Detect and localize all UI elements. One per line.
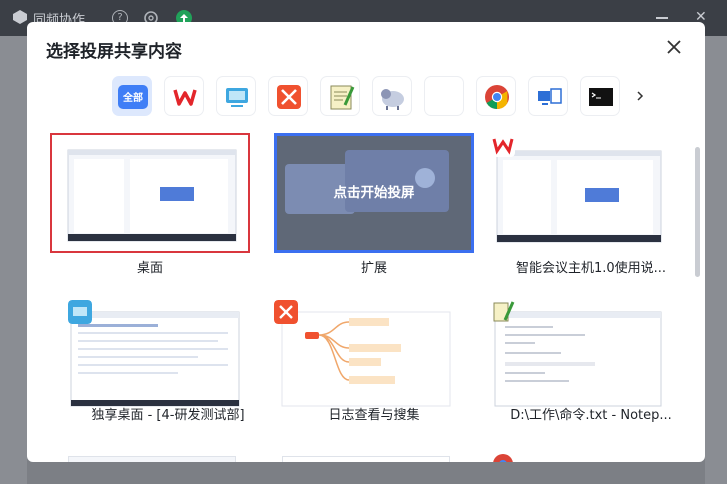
scrollbar[interactable] <box>695 147 700 277</box>
start-projection-hint: 点击开始投屏 <box>333 185 415 201</box>
share-card-label: D:\工作\命令.txt - Notep... <box>510 408 672 423</box>
filter-all-button[interactable]: 全部 <box>112 76 152 116</box>
close-icon[interactable] <box>663 36 685 58</box>
notepad-plus-icon[interactable] <box>320 76 360 116</box>
share-thumbnail <box>491 300 691 420</box>
share-card-label: 独享桌面 - [4-研发测试部] <box>91 408 245 423</box>
minimize-icon[interactable] <box>656 17 668 19</box>
share-card-partial[interactable] <box>68 456 236 462</box>
share-thumbnail <box>68 300 268 420</box>
wps-badge-icon <box>491 133 515 157</box>
monitor-app-icon[interactable] <box>528 76 568 116</box>
blank-app-icon[interactable] <box>424 76 464 116</box>
wps-icon[interactable] <box>164 76 204 116</box>
remote-desktop-icon[interactable] <box>216 76 256 116</box>
remote-desktop-badge-icon <box>68 300 92 324</box>
background-panel-left <box>0 36 27 484</box>
chrome-icon[interactable] <box>476 76 516 116</box>
chrome-badge-icon <box>493 454 513 462</box>
share-grid: 桌面 点击开始投屏 扩展 智能会议主机1.0使用说... 独享桌面 - [4-研… <box>27 130 705 462</box>
share-card-label: 智能会议主机1.0使用说... <box>515 261 667 276</box>
app-logo-icon <box>13 10 27 24</box>
terminal-icon[interactable] <box>580 76 620 116</box>
filter-all-label: 全部 <box>123 93 143 104</box>
notepad-badge-icon <box>493 301 515 322</box>
chevron-right-icon[interactable] <box>633 88 647 104</box>
background-panel-right <box>705 36 727 484</box>
xmind-badge-icon <box>274 300 298 324</box>
share-card-label: 日志查看与搜集 <box>328 408 420 423</box>
share-thumbnail <box>491 133 691 253</box>
share-card-label: 扩展 <box>360 261 387 276</box>
share-card-partial[interactable] <box>282 456 450 462</box>
share-thumbnail <box>279 300 479 420</box>
dialog-title: 选择投屏共享内容 <box>46 42 182 62</box>
share-dialog: 选择投屏共享内容 全部 桌面 点击开始投屏 扩展 智能会议主机1.0使用说...… <box>27 22 705 462</box>
xmind-icon[interactable] <box>268 76 308 116</box>
share-thumbnail <box>50 133 250 253</box>
sheep-icon[interactable] <box>372 76 412 116</box>
share-card-label: 桌面 <box>136 261 163 276</box>
